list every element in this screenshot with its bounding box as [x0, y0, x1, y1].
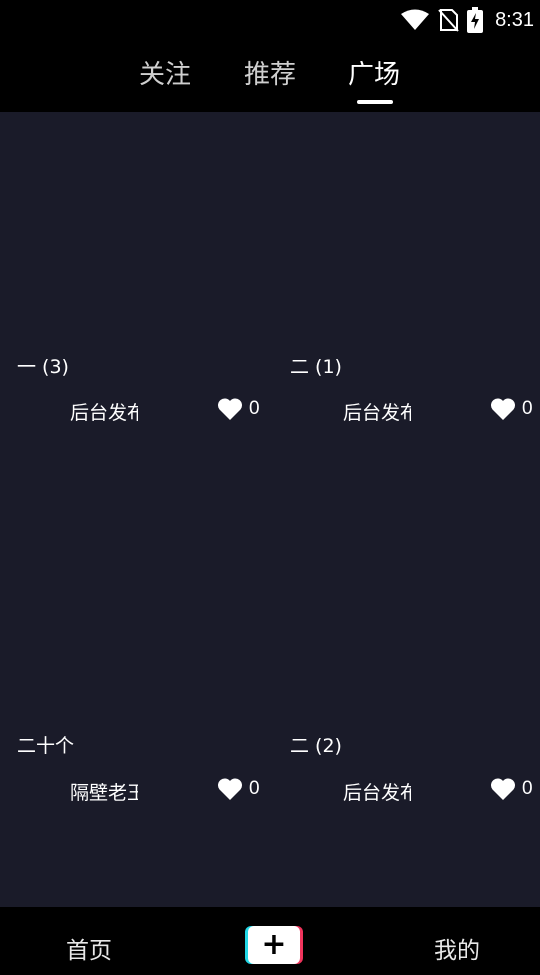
- tab-recommended[interactable]: 推荐: [244, 54, 296, 91]
- like-group[interactable]: 0: [217, 777, 260, 801]
- post-author: 后台发布: [70, 402, 138, 424]
- post-card[interactable]: 二 (1) 后台发布 0: [273, 112, 540, 492]
- post-title: 二 (2): [290, 735, 342, 757]
- top-tab-bar: 关注 推荐 广场: [0, 40, 540, 112]
- plus-icon: +: [248, 926, 300, 964]
- post-thumbnail[interactable]: [0, 492, 270, 722]
- post-thumbnail[interactable]: [0, 112, 270, 342]
- post-title: 二十个: [17, 735, 75, 757]
- add-post-button[interactable]: +: [245, 926, 303, 964]
- heart-icon[interactable]: [217, 397, 243, 421]
- status-time: 8:31: [495, 8, 534, 31]
- nav-home[interactable]: 首页: [66, 931, 112, 965]
- heart-icon[interactable]: [490, 777, 516, 801]
- post-author: 隔壁老王: [70, 782, 138, 804]
- like-count: 0: [249, 778, 260, 799]
- heart-icon[interactable]: [217, 777, 243, 801]
- nav-mine[interactable]: 我的: [434, 931, 480, 965]
- post-title: 一 (3): [17, 356, 69, 378]
- like-count: 0: [522, 778, 533, 799]
- no-signal-icon: [437, 8, 459, 32]
- post-grid[interactable]: 一 (3) 后台发布 0 二 (1) 后台发布 0 二十个 隔壁老王 0 二 (…: [0, 112, 540, 907]
- post-thumbnail[interactable]: [273, 492, 540, 722]
- post-card[interactable]: 二 (2) 后台发布 0: [273, 492, 540, 872]
- like-count: 0: [249, 398, 260, 419]
- post-card[interactable]: 一 (3) 后台发布 0: [0, 112, 270, 492]
- heart-icon[interactable]: [490, 397, 516, 421]
- like-count: 0: [522, 398, 533, 419]
- post-thumbnail[interactable]: [273, 112, 540, 342]
- post-author: 后台发布: [343, 782, 411, 804]
- post-author: 后台发布: [343, 402, 411, 424]
- wifi-icon: [401, 9, 430, 31]
- active-tab-indicator: [357, 100, 393, 104]
- bottom-nav: 首页 + 我的: [0, 907, 540, 975]
- status-bar: 8:31: [0, 0, 540, 40]
- post-title: 二 (1): [290, 356, 342, 378]
- post-card[interactable]: 二十个 隔壁老王 0: [0, 492, 270, 872]
- like-group[interactable]: 0: [490, 397, 533, 421]
- battery-charging-icon: [467, 7, 484, 33]
- tab-following[interactable]: 关注: [139, 54, 191, 91]
- tab-square[interactable]: 广场: [348, 54, 400, 91]
- like-group[interactable]: 0: [490, 777, 533, 801]
- like-group[interactable]: 0: [217, 397, 260, 421]
